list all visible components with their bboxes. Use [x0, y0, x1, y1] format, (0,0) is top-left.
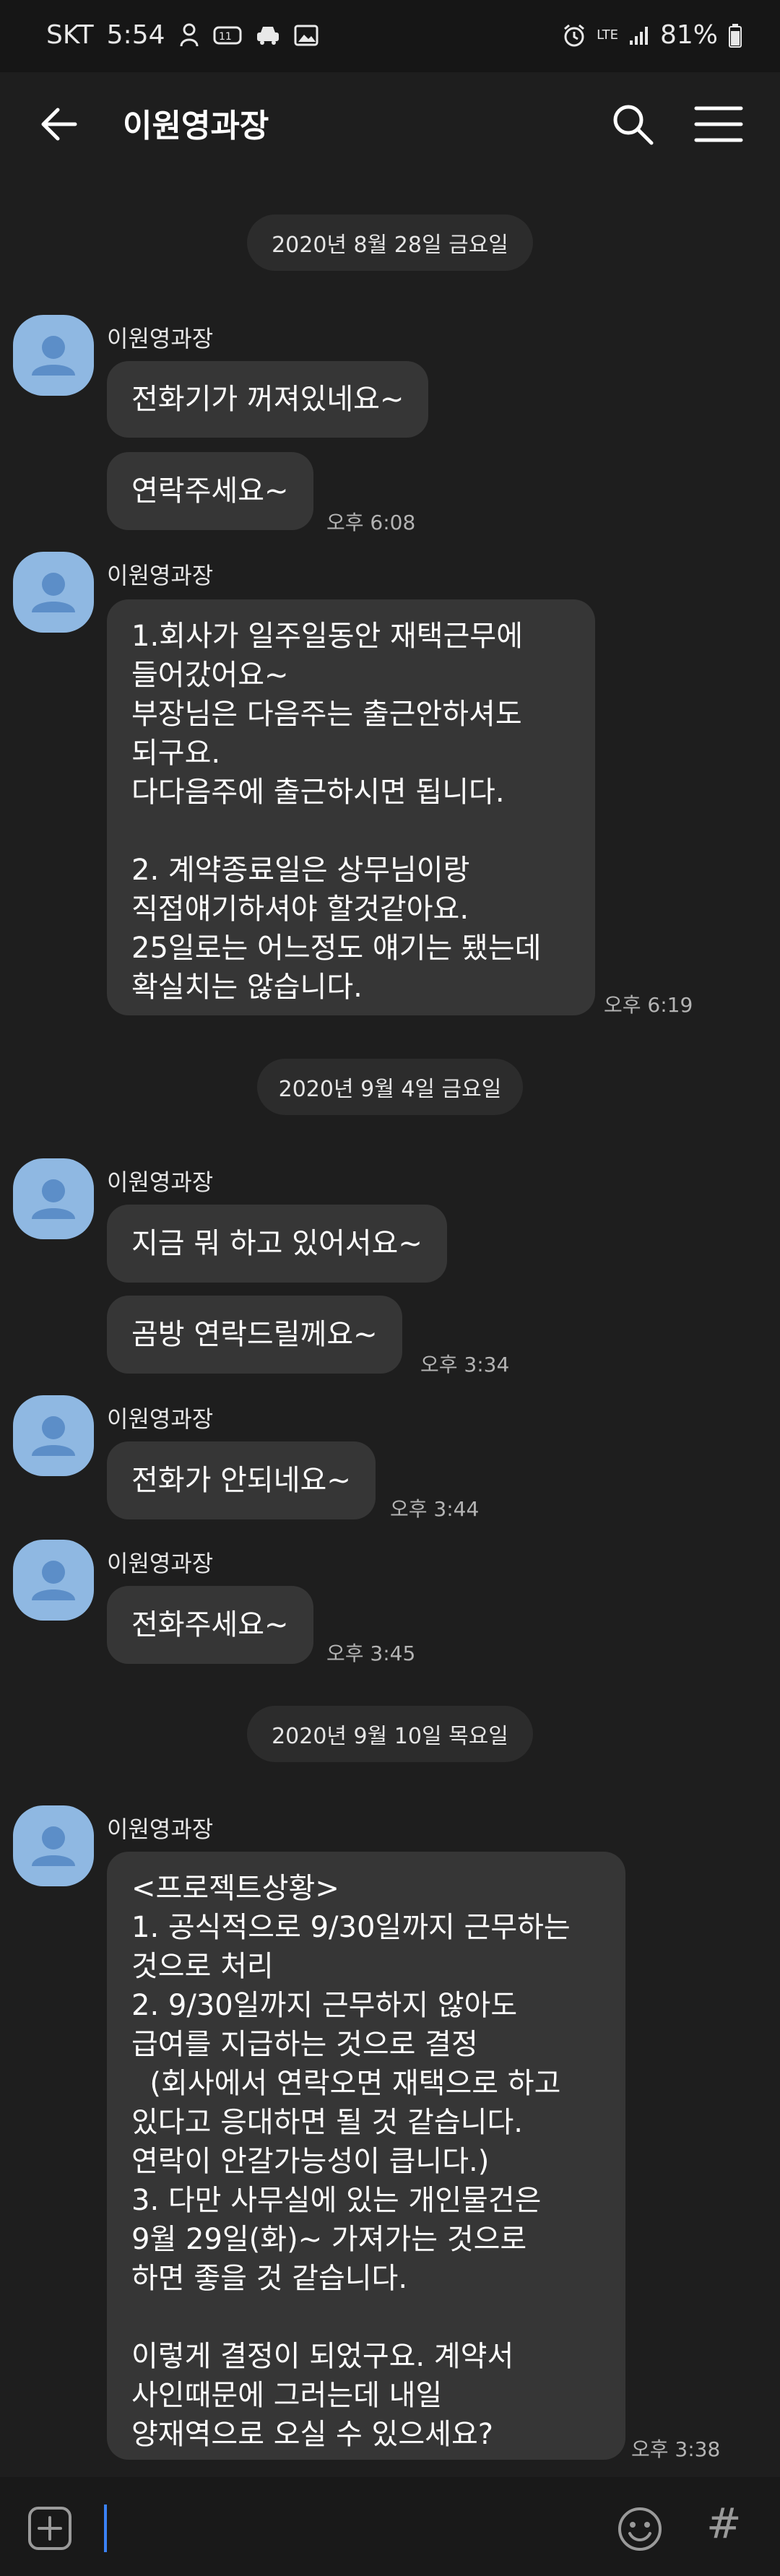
svg-text:11: 11	[219, 31, 232, 43]
sender-name: 이원영과장	[107, 1405, 214, 1433]
car-icon	[256, 26, 279, 45]
message-line: 다다음주에 출근하시면 됩니다.	[131, 776, 505, 809]
add-icon[interactable]	[27, 2506, 72, 2551]
date-divider: 2020년 9월 10일 목요일	[247, 1706, 533, 1762]
message-line: 1. 공식적으로 9/30일까지 근무하는	[131, 1911, 571, 1944]
sender-name: 이원영과장	[107, 1816, 214, 1843]
avatar[interactable]	[13, 1158, 94, 1239]
message-text: 전화기가 꺼져있네요~	[131, 383, 404, 416]
status-left: SKT 5:54 11	[46, 20, 318, 50]
sender-name: 이원영과장	[107, 562, 214, 589]
status-bar: SKT 5:54 11 LTE 81%	[0, 0, 780, 72]
notification-icon	[180, 23, 198, 46]
message-text: 지금 뭐 하고 있어서요~	[131, 1227, 422, 1260]
carrier-label: SKT	[46, 20, 94, 50]
message-bubble[interactable]: 전화기가 꺼져있네요~	[107, 361, 429, 438]
message-line: <프로젝트상황>	[131, 1872, 339, 1905]
message-bubble[interactable]: 전화주세요~	[107, 1586, 313, 1664]
menu-icon[interactable]	[693, 103, 744, 146]
message-time: 오후 6:19	[604, 993, 693, 1017]
date-divider: 2020년 9월 4일 금요일	[257, 1059, 523, 1115]
message-line	[131, 812, 571, 851]
message-line: 들어갔어요~	[131, 659, 289, 692]
message-line: 사인때문에 그러는데 내일	[131, 2379, 443, 2412]
status-right: LTE 81%	[562, 20, 742, 50]
message-line: 하면 좋을 것 같습니다.	[131, 2262, 408, 2295]
message-line: 2. 9/30일까지 근무하지 않아도	[131, 1989, 518, 2022]
message-count-icon: 11	[213, 26, 241, 44]
date-divider: 2020년 8월 28일 금요일	[247, 214, 533, 271]
avatar[interactable]	[13, 552, 94, 633]
person-icon	[32, 1416, 75, 1456]
chat-title: 이원영과장	[123, 108, 269, 144]
message-line: 3. 다만 사무실에 있는 개인물건은	[131, 2184, 542, 2217]
message-line: 되구요.	[131, 737, 221, 770]
message-text: 전화가 안되네요~	[131, 1464, 351, 1497]
message-text: 곰방 연락드릴께요~	[131, 1318, 378, 1351]
message-line	[131, 2298, 601, 2337]
message-bubble[interactable]: <프로젝트상황> 1. 공식적으로 9/30일까지 근무하는 것으로 처리 2.…	[107, 1852, 625, 2460]
back-arrow-icon[interactable]	[36, 101, 82, 147]
sender-name: 이원영과장	[107, 1550, 214, 1577]
message-bubble[interactable]: 전화가 안되네요~	[107, 1441, 376, 1519]
message-input-bar: #	[0, 2477, 780, 2576]
signal-icon	[629, 26, 648, 45]
person-icon	[32, 1826, 75, 1866]
message-time: 오후 3:45	[326, 1642, 416, 1665]
sender-name: 이원영과장	[107, 1168, 214, 1196]
person-icon	[32, 573, 75, 612]
message-bubble[interactable]: 연락주세요~	[107, 452, 313, 530]
battery-icon	[729, 23, 742, 48]
message-line: 연락이 안갈가능성이 큽니다.)	[131, 2145, 490, 2178]
message-bubble[interactable]: 지금 뭐 하고 있어서요~	[107, 1205, 447, 1283]
avatar[interactable]	[13, 1395, 94, 1476]
sender-name: 이원영과장	[107, 325, 214, 352]
alarm-icon	[564, 24, 585, 46]
message-line: 부장님은 다음주는 출근안하셔도	[131, 698, 522, 731]
battery-percent: 81%	[659, 20, 718, 50]
message-bubble[interactable]: 1.회사가 일주일동안 재택근무에 들어갔어요~ 부장님은 다음주는 출근안하셔…	[107, 599, 595, 1015]
chat-header: 이원영과장	[0, 72, 780, 173]
person-icon	[32, 336, 75, 376]
search-icon[interactable]	[610, 101, 656, 147]
person-icon	[32, 1179, 75, 1219]
message-line: 양재역으로 오실 수 있으세요?	[131, 2418, 493, 2451]
message-time: 오후 3:34	[420, 1353, 510, 1376]
message-text: 전화주세요~	[131, 1608, 289, 1642]
message-line: 25일로는 어느정도 얘기는 됐는데	[131, 932, 542, 965]
text-cursor[interactable]	[104, 2505, 107, 2552]
message-time: 오후 3:38	[631, 2437, 721, 2461]
message-line: 1.회사가 일주일동안 재택근무에	[131, 620, 523, 653]
message-time: 오후 6:08	[326, 511, 416, 534]
message-time: 오후 3:44	[390, 1497, 480, 1521]
message-line: 2. 계약종료일은 상무님이랑	[131, 854, 470, 887]
message-line: 있다고 응대하면 될 것 같습니다.	[131, 2106, 523, 2139]
avatar[interactable]	[13, 1805, 94, 1886]
message-text: 연락주세요~	[131, 474, 289, 508]
message-bubble[interactable]: 곰방 연락드릴께요~	[107, 1296, 402, 1374]
network-label: LTE	[597, 27, 618, 43]
message-line: 급여를 지급하는 것으로 결정	[131, 2028, 478, 2061]
emoji-icon[interactable]	[617, 2506, 663, 2552]
avatar[interactable]	[13, 315, 94, 396]
person-icon	[32, 1561, 75, 1600]
message-line: (회사에서 연락오면 재택으로 하고	[131, 2067, 561, 2100]
message-line: 직접얘기하셔야 할것같아요.	[131, 893, 469, 926]
avatar[interactable]	[13, 1540, 94, 1621]
clock: 5:54	[106, 20, 165, 50]
message-line: 9월 29일(화)~ 가져가는 것으로	[131, 2223, 527, 2256]
message-line: 것으로 처리	[131, 1950, 274, 1983]
hash-icon[interactable]: #	[706, 2499, 742, 2548]
message-line: 확실치는 않습니다.	[131, 971, 363, 1004]
message-line: 이렇게 결정이 되었구요. 계약서	[131, 2340, 514, 2373]
gallery-icon	[294, 25, 318, 45]
